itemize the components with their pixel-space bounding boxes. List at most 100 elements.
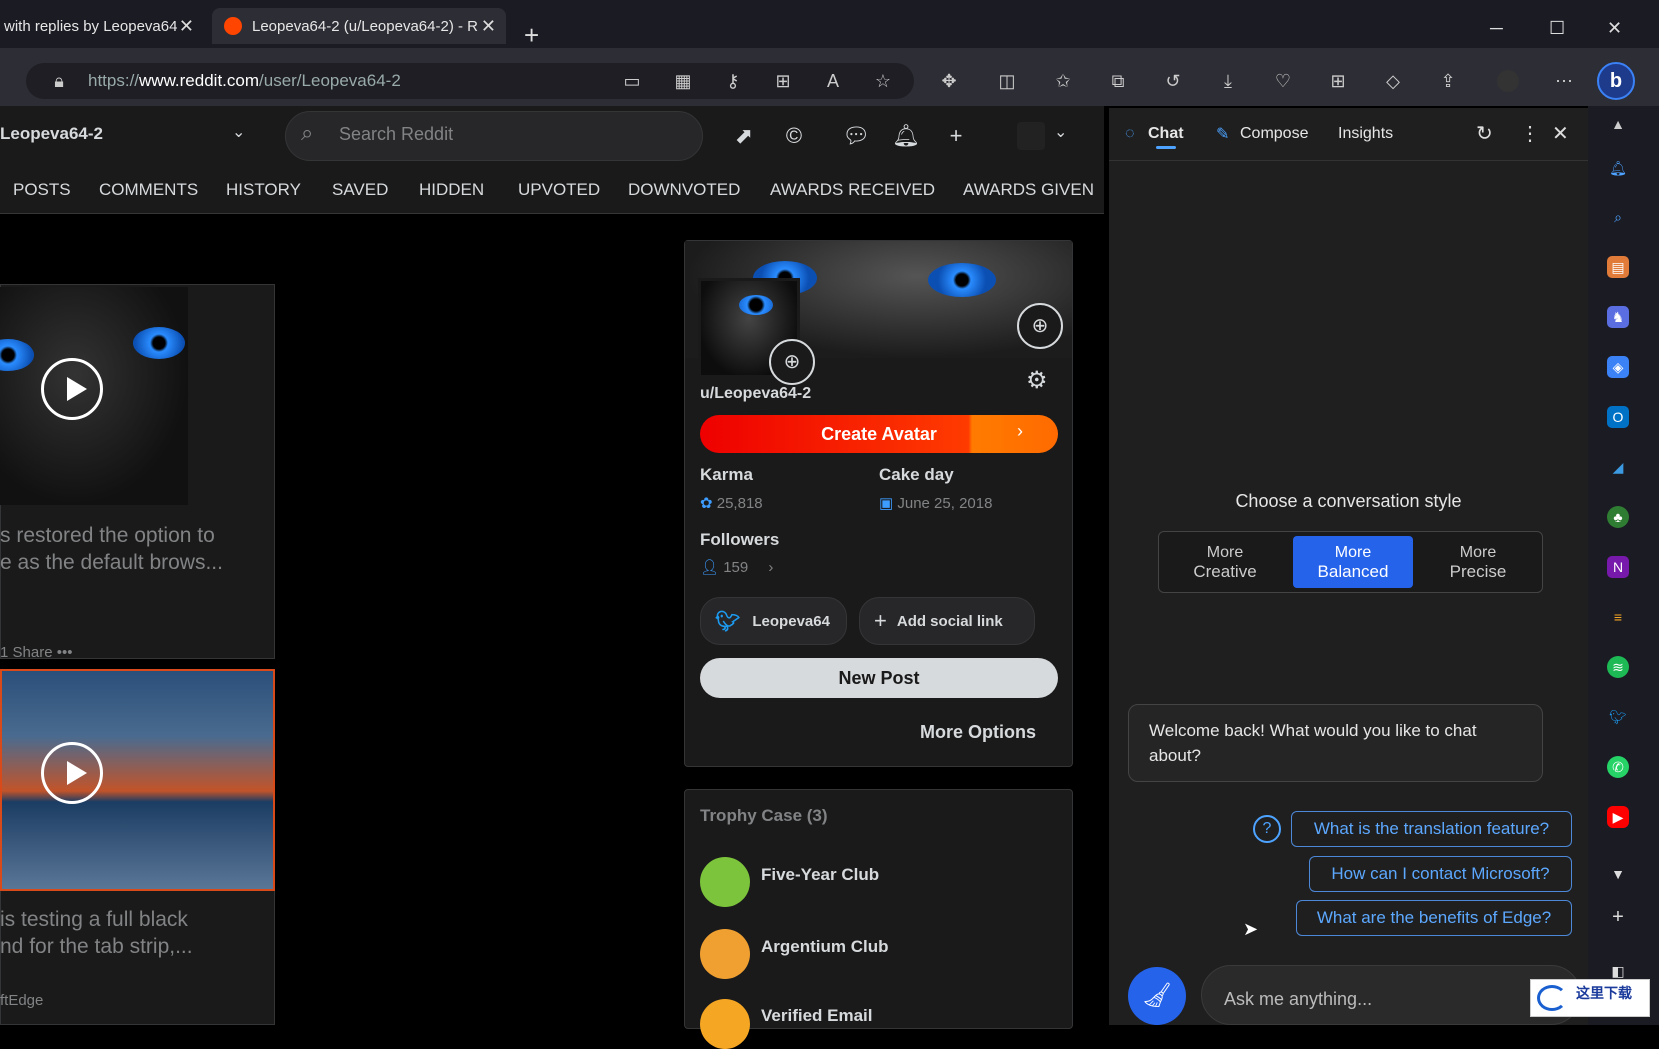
compose-icon: ✎ bbox=[1216, 126, 1230, 143]
post-title-line[interactable]: is testing a full black bbox=[0, 906, 188, 933]
lock-icon[interactable]: 🔒︎ bbox=[48, 70, 70, 92]
chevron-right-icon: › bbox=[768, 559, 774, 576]
minimize-button[interactable]: ─ bbox=[1490, 18, 1503, 39]
more-options-icon[interactable]: ⋮ bbox=[1520, 121, 1540, 146]
performance-icon[interactable]: ♡ bbox=[1272, 70, 1294, 92]
post-title-line[interactable]: s restored the option to bbox=[0, 522, 215, 549]
url-text[interactable]: https://www.reddit.com/user/Leopeva64-2 bbox=[88, 71, 401, 91]
twitter-icon[interactable]: 🐦︎ bbox=[1607, 706, 1629, 728]
read-aloud-icon[interactable]: A bbox=[822, 70, 844, 92]
tree-icon[interactable]: ♣ bbox=[1607, 506, 1629, 528]
tab-saved[interactable]: SAVED bbox=[332, 180, 388, 200]
karma-value: ✿ 25,818 bbox=[700, 495, 763, 512]
chevron-down-icon[interactable]: ⌄ bbox=[1054, 122, 1067, 142]
settings-gear-icon[interactable]: ⚙ bbox=[1026, 366, 1048, 395]
post-title-line[interactable]: e as the default brows... bbox=[0, 549, 223, 576]
suggestion-chip[interactable]: How can I contact Microsoft? bbox=[1309, 856, 1572, 892]
play-icon[interactable] bbox=[41, 358, 103, 420]
collections-icon[interactable]: ⧉ bbox=[1107, 70, 1129, 92]
add-app-icon[interactable]: + bbox=[1607, 906, 1629, 928]
tab-insights[interactable]: Insights bbox=[1338, 125, 1393, 143]
close-window-button[interactable]: ✕ bbox=[1607, 18, 1622, 39]
tab-hidden[interactable]: HIDDEN bbox=[419, 180, 484, 200]
apps-sidebar-icon[interactable]: ⊞ bbox=[1327, 70, 1349, 92]
new-topic-broom-icon[interactable]: 🧹︎ bbox=[1128, 967, 1186, 1025]
style-more-creative[interactable]: More Creative bbox=[1165, 536, 1285, 588]
create-post-icon[interactable]: + bbox=[942, 122, 970, 150]
profile-avatar-icon[interactable] bbox=[1497, 70, 1519, 92]
browser-essentials-icon[interactable]: ◇ bbox=[1382, 70, 1404, 92]
refresh-icon[interactable]: ↻ bbox=[1476, 121, 1493, 146]
more-menu-icon[interactable]: ⋯ bbox=[1553, 70, 1575, 92]
tab-chat[interactable]: Chat bbox=[1148, 125, 1184, 143]
suggestion-chip[interactable]: What is the translation feature? bbox=[1291, 811, 1572, 847]
outlook-icon[interactable]: O bbox=[1607, 406, 1629, 428]
chat-icon[interactable]: 💬︎ bbox=[842, 122, 870, 150]
extensions-icon[interactable]: ✥ bbox=[938, 70, 960, 92]
create-avatar-button[interactable]: Create Avatar bbox=[700, 415, 1058, 453]
user-avatar[interactable] bbox=[1017, 122, 1045, 150]
add-social-link-button[interactable]: + Add social link bbox=[859, 597, 1035, 645]
twitter-link[interactable]: 🐦︎ Leopeva64 bbox=[700, 597, 847, 645]
post-actions[interactable]: 1 Share ••• bbox=[0, 644, 72, 661]
tab-awards-given[interactable]: AWARDS GIVEN bbox=[963, 180, 1094, 200]
notification-bell-icon[interactable]: 🔔︎ bbox=[1607, 157, 1629, 179]
close-panel-icon[interactable]: ✕ bbox=[1552, 121, 1569, 146]
tab-close-icon[interactable]: ✕ bbox=[481, 16, 496, 37]
notifications-icon[interactable]: 🔔︎ bbox=[892, 122, 920, 150]
coins-icon[interactable]: © bbox=[780, 122, 808, 150]
tab-inactive[interactable]: with replies by Leopeva64 ✕ bbox=[0, 8, 200, 44]
deezer-icon[interactable]: ≡ bbox=[1607, 606, 1629, 628]
banner-upload-icon[interactable]: ⊕ bbox=[1017, 303, 1063, 349]
tab-history[interactable]: HISTORY bbox=[226, 180, 301, 200]
history-icon[interactable]: ↺ bbox=[1162, 70, 1184, 92]
games-icon[interactable]: ♞ bbox=[1607, 306, 1629, 328]
maximize-button[interactable]: ☐ bbox=[1549, 18, 1565, 39]
share-icon[interactable]: ⇪ bbox=[1437, 70, 1459, 92]
scroll-up-icon[interactable]: ▲ bbox=[1607, 113, 1629, 135]
apps-icon[interactable]: ▦ bbox=[672, 70, 694, 92]
downloads-icon[interactable]: ⤓ bbox=[1217, 70, 1239, 92]
popular-icon[interactable]: ⬈ bbox=[730, 122, 758, 150]
tab-active[interactable]: Leopeva64-2 (u/Leopeva64-2) - R ✕ bbox=[212, 8, 506, 44]
tools-icon[interactable]: ▤ bbox=[1607, 256, 1629, 278]
search-icon[interactable]: ⌕ bbox=[1607, 206, 1629, 228]
new-post-button[interactable]: New Post bbox=[700, 658, 1058, 698]
tab-downvoted[interactable]: DOWNVOTED bbox=[628, 180, 740, 200]
style-more-balanced[interactable]: More Balanced bbox=[1293, 536, 1413, 588]
avatar-upload-icon[interactable]: ⊕ bbox=[769, 339, 815, 385]
tab-posts[interactable]: POSTS bbox=[13, 180, 71, 200]
mouse-cursor-icon: ➤ bbox=[1243, 919, 1259, 939]
spotify-icon[interactable]: ≋ bbox=[1607, 656, 1629, 678]
drop-icon[interactable]: ◢ bbox=[1607, 456, 1629, 478]
style-more-precise[interactable]: More Precise bbox=[1418, 536, 1538, 588]
grid-plus-icon[interactable]: ⊞ bbox=[772, 70, 794, 92]
tab-close-icon[interactable]: ✕ bbox=[179, 16, 194, 37]
profile-dropdown-label[interactable]: Leopeva64-2 bbox=[0, 124, 103, 144]
microsoft-365-icon[interactable]: ◈ bbox=[1607, 356, 1629, 378]
tab-upvoted[interactable]: UPVOTED bbox=[518, 180, 600, 200]
favorite-star-icon[interactable]: ☆ bbox=[872, 70, 894, 92]
app-available-icon[interactable]: ▭ bbox=[621, 70, 643, 92]
split-screen-icon[interactable]: ◫ bbox=[996, 70, 1018, 92]
key-icon[interactable]: ⚷ bbox=[722, 70, 744, 92]
scroll-down-icon[interactable]: ▼ bbox=[1607, 863, 1629, 885]
onenote-icon[interactable]: N bbox=[1607, 556, 1629, 578]
search-placeholder: Search Reddit bbox=[339, 124, 454, 144]
followers-link[interactable]: 👤︎ 159 › bbox=[700, 558, 773, 576]
post-title-line[interactable]: nd for the tab strip,... bbox=[0, 933, 193, 960]
tab-comments[interactable]: COMMENTS bbox=[99, 180, 198, 200]
tab-awards-received[interactable]: AWARDS RECEIVED bbox=[770, 180, 935, 200]
play-icon[interactable] bbox=[41, 742, 103, 804]
new-tab-button[interactable]: + bbox=[524, 20, 539, 50]
more-options-button[interactable]: More Options bbox=[920, 722, 1036, 743]
post-subreddit[interactable]: ftEdge bbox=[0, 992, 43, 1009]
suggestion-chip[interactable]: What are the benefits of Edge? bbox=[1296, 900, 1572, 936]
favorites-icon[interactable]: ✩ bbox=[1052, 70, 1074, 92]
chevron-down-icon[interactable]: ⌄ bbox=[232, 122, 245, 142]
help-icon[interactable]: ? bbox=[1253, 815, 1281, 843]
youtube-icon[interactable]: ▶ bbox=[1607, 806, 1629, 828]
whatsapp-icon[interactable]: ✆ bbox=[1607, 756, 1629, 778]
bing-chat-icon[interactable]: b bbox=[1597, 62, 1635, 100]
tab-compose[interactable]: Compose bbox=[1240, 125, 1308, 143]
